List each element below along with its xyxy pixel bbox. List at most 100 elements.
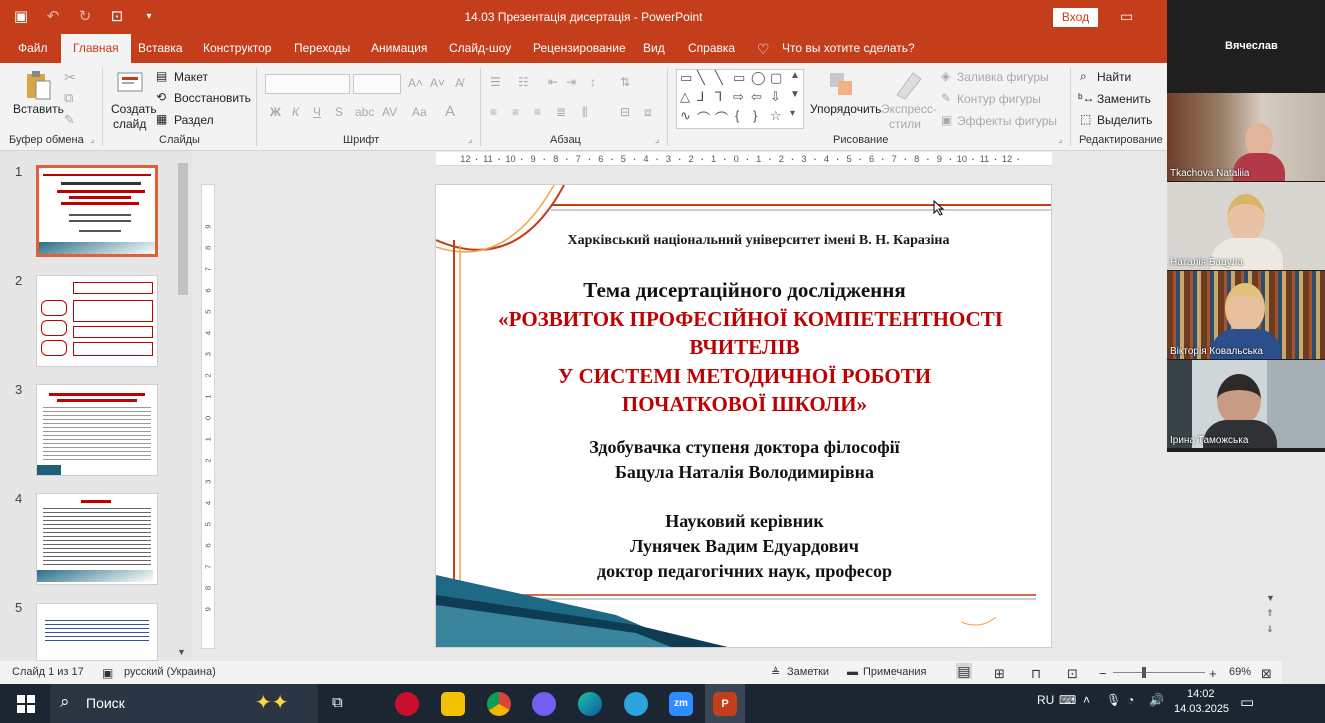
zoom-in-icon[interactable]: +: [1209, 666, 1217, 681]
clipboard-launcher-icon[interactable]: ⌟: [90, 134, 94, 145]
font-grow-icon[interactable]: A˄: [408, 76, 423, 90]
underline-icon[interactable]: Ч: [313, 105, 321, 119]
taskbar-search-box[interactable]: ⌕ Поиск ✦✦: [50, 684, 318, 723]
font-color-icon[interactable]: A: [445, 103, 455, 120]
shape-curve-icon[interactable]: ∿: [680, 108, 691, 124]
shape-outline-button[interactable]: Контур фигуры: [957, 92, 1041, 106]
participant-tile[interactable]: Вікторія Ковальська: [1167, 271, 1325, 359]
shape-arrow-left-icon[interactable]: ⇦: [751, 89, 762, 105]
paste-button[interactable]: Вставить: [13, 102, 64, 116]
justify-icon[interactable]: ≣: [556, 105, 566, 119]
change-case-icon[interactable]: Aa: [412, 105, 427, 119]
tab-slideshow[interactable]: Слайд-шоу: [449, 41, 511, 55]
font-shrink-icon[interactable]: A˅: [430, 76, 445, 90]
italic-icon[interactable]: К: [292, 105, 299, 119]
gallery-more-icon[interactable]: ▾: [790, 108, 795, 119]
paragraph-launcher-icon[interactable]: ⌟: [655, 134, 659, 145]
bullets-icon[interactable]: ☰: [490, 75, 501, 89]
text-direction-icon[interactable]: ⇅: [620, 75, 630, 89]
network-icon[interactable]: ◔: [1127, 693, 1134, 707]
increase-indent-icon[interactable]: ⇥: [566, 75, 576, 89]
reading-view-icon[interactable]: ⊓: [1031, 666, 1041, 682]
shape-triangle-icon[interactable]: △: [680, 89, 690, 105]
shape-fill-button[interactable]: Заливка фигуры: [957, 70, 1049, 84]
slide-thumbnail-1[interactable]: [36, 165, 158, 257]
shape-connector-icon[interactable]: ⅂: [715, 89, 722, 105]
participant-tile[interactable]: Наталія Бацула: [1167, 182, 1325, 270]
volume-icon[interactable]: 🔊: [1149, 693, 1164, 707]
shape-arc-icon[interactable]: ⌒: [697, 108, 710, 127]
align-center-icon[interactable]: ≡: [512, 105, 519, 119]
slide-canvas[interactable]: Харківський національний університет іме…: [435, 184, 1052, 648]
font-launcher-icon[interactable]: ⌟: [468, 134, 472, 145]
editor-scrollbar[interactable]: ▼ ⇑ ⇓: [1264, 184, 1278, 644]
shadow-icon[interactable]: S: [335, 105, 343, 119]
shape-arrow-down-icon[interactable]: ⇩: [770, 89, 781, 105]
shape-rect-icon[interactable]: ▭: [680, 70, 692, 86]
shape-rectangle-icon[interactable]: ▭: [733, 70, 745, 86]
char-spacing-icon[interactable]: AV: [382, 105, 397, 119]
notifications-icon[interactable]: ▭: [1240, 693, 1254, 711]
select-button[interactable]: Выделить: [1097, 113, 1152, 127]
zoom-slider[interactable]: [1113, 672, 1205, 673]
ribbon-display-options-icon[interactable]: ▭: [1120, 8, 1133, 25]
clock-time[interactable]: 14:02: [1187, 688, 1215, 700]
layout-button[interactable]: Макет: [174, 70, 208, 84]
arrange-button[interactable]: Упорядочить: [810, 102, 881, 116]
reset-button[interactable]: Восстановить: [174, 91, 251, 105]
columns-icon[interactable]: ⫼: [582, 105, 588, 120]
paste-icon[interactable]: [22, 69, 54, 101]
file-explorer-icon[interactable]: [441, 692, 465, 716]
scroll-down-icon[interactable]: ▼: [1266, 593, 1275, 603]
new-slide-button-line2[interactable]: слайд: [113, 117, 146, 131]
smartart-icon[interactable]: ⧈: [644, 105, 652, 120]
zoom-out-icon[interactable]: −: [1099, 666, 1107, 681]
slide-thumbnail-3[interactable]: [36, 384, 158, 476]
arrange-icon[interactable]: [826, 69, 858, 101]
decrease-indent-icon[interactable]: ⇤: [548, 75, 558, 89]
font-size-combo[interactable]: [353, 74, 401, 94]
tab-home[interactable]: Главная: [61, 34, 131, 63]
opera-icon[interactable]: [395, 692, 419, 716]
bold-icon[interactable]: Ж: [270, 105, 281, 119]
zoom-level[interactable]: 69%: [1229, 666, 1251, 678]
shape-brace-icon[interactable]: ⌒: [715, 108, 728, 127]
shape-line2-icon[interactable]: ╲: [715, 70, 723, 86]
shape-effects-button[interactable]: Эффекты фигуры: [957, 114, 1057, 128]
normal-view-icon[interactable]: ▤: [956, 663, 972, 679]
slide-thumbnail-5[interactable]: [36, 603, 158, 661]
quick-styles-button[interactable]: Экспресс-: [881, 102, 937, 116]
line-spacing-icon[interactable]: ↕: [590, 75, 596, 89]
slide-thumbnail-2[interactable]: [36, 275, 158, 367]
replace-button[interactable]: Заменить: [1097, 92, 1151, 106]
new-slide-button[interactable]: Создать: [111, 102, 157, 116]
microphone-icon[interactable]: 🎙: [1106, 693, 1121, 707]
tab-animations[interactable]: Анимация: [371, 41, 427, 55]
tab-insert[interactable]: Вставка: [138, 41, 183, 55]
participant-tile[interactable]: Tkachova Nataliia: [1167, 93, 1325, 181]
windows-start-icon[interactable]: [17, 695, 35, 713]
font-name-combo[interactable]: [265, 74, 350, 94]
format-painter-icon[interactable]: ✎: [64, 112, 75, 128]
shape-line-icon[interactable]: ╲: [697, 70, 705, 86]
participant-tile[interactable]: Ірина Таможська: [1167, 360, 1325, 448]
tab-transitions[interactable]: Переходы: [294, 41, 350, 55]
align-left-icon[interactable]: ≡: [490, 105, 497, 119]
shape-arrow-right-icon[interactable]: ⇨: [733, 89, 744, 105]
new-slide-icon[interactable]: [114, 69, 146, 101]
telegram-icon[interactable]: [624, 692, 648, 716]
edge-icon[interactable]: [578, 692, 602, 716]
signin-button[interactable]: Вход: [1053, 8, 1098, 27]
keyboard-icon[interactable]: ⌨: [1059, 693, 1076, 707]
clock-date[interactable]: 14.03.2025: [1174, 703, 1229, 715]
tab-review[interactable]: Рецензирование: [533, 41, 626, 55]
clear-format-icon[interactable]: A̸: [455, 76, 463, 90]
section-button[interactable]: Раздел: [174, 113, 214, 127]
tab-view[interactable]: Вид: [643, 41, 665, 55]
shape-rounded-icon[interactable]: ▢: [770, 70, 782, 86]
copy-icon[interactable]: ⧉: [64, 90, 73, 106]
input-language[interactable]: RU: [1037, 693, 1054, 707]
slide-sorter-icon[interactable]: ⊞: [994, 666, 1005, 682]
viber-icon[interactable]: [532, 692, 556, 716]
find-button[interactable]: Найти: [1097, 70, 1131, 84]
